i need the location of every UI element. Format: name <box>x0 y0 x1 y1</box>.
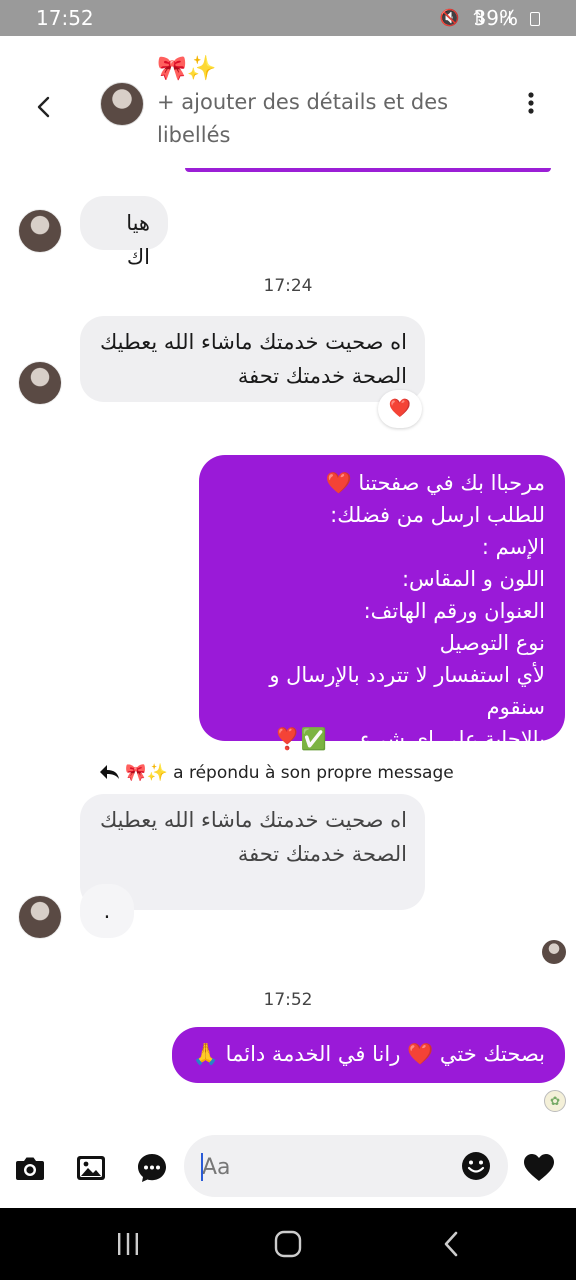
sender-name: 🎀✨ <box>125 763 168 783</box>
like-heart-button[interactable] <box>522 1151 556 1185</box>
sender-avatar[interactable] <box>18 209 62 253</box>
incoming-message[interactable]: . <box>80 884 134 938</box>
chat-button[interactable] <box>135 1151 169 1185</box>
camera-button[interactable] <box>13 1151 47 1185</box>
status-time: 17:52 <box>36 6 94 30</box>
message-timestamp: 17:52 <box>263 990 313 1010</box>
recent-apps-button[interactable] <box>115 1232 141 1256</box>
reply-note: 🎀✨ a répondu à son propre message <box>98 763 454 783</box>
back-button[interactable] <box>30 92 60 122</box>
status-battery-level: 39% <box>473 6 518 30</box>
message-line: نوع التوصيل <box>439 631 545 655</box>
contact-avatar[interactable] <box>100 82 144 126</box>
quoted-text: اه صحيت خدمتك ماشاء الله يعطيك الصحة خدم… <box>99 808 407 866</box>
contact-name[interactable]: 🎀✨ <box>157 54 217 82</box>
chat-header: 🎀✨ + ajouter des détails et des libellés <box>0 36 576 176</box>
message-text: بصحتك ختي ❤️ رانا في الخدمة دائما 🙏 <box>192 1042 545 1066</box>
outgoing-message[interactable]: بصحتك ختي ❤️ رانا في الخدمة دائما 🙏 <box>172 1027 565 1083</box>
status-bar: 17:52 🔇 ⇅ ıl 39% <box>0 0 576 36</box>
message-input-container[interactable] <box>184 1135 508 1199</box>
system-navigation-bar <box>0 1208 576 1280</box>
incoming-message[interactable]: هيا اك <box>80 196 168 269</box>
incoming-message[interactable]: اه صحيت خدمتك ماشاء الله يعطيك الصحة خدم… <box>80 316 425 402</box>
message-line: العنوان ورقم الهاتف: <box>363 599 545 623</box>
battery-icon <box>530 12 540 26</box>
home-button[interactable] <box>274 1230 302 1258</box>
message-line: الإسم : <box>481 535 545 559</box>
message-text: اه صحيت خدمتك ماشاء الله يعطيك الصحة خدم… <box>99 330 407 388</box>
add-details-link[interactable]: + ajouter des détails et des libellés <box>157 86 477 152</box>
message-line: للطلب ارسل من فضلك: <box>330 503 545 527</box>
message-line: بالإجابة على اي شيء.... ✅❣️ <box>274 727 545 751</box>
sender-avatar[interactable] <box>18 361 62 405</box>
message-line: مرحباا بك في صفحتنا ❤️ <box>325 471 545 495</box>
outgoing-message[interactable]: مرحباا بك في صفحتنا ❤️ للطلب ارسل من فضل… <box>199 455 565 751</box>
heart-reaction[interactable]: ❤️ <box>378 390 422 428</box>
read-receipt-avatar <box>542 940 566 964</box>
seen-sticker-icon: ✿ <box>544 1090 566 1112</box>
gallery-button[interactable] <box>74 1151 108 1185</box>
message-line: اللون و المقاس: <box>401 567 545 591</box>
emoji-button[interactable] <box>460 1150 492 1182</box>
message-composer <box>0 1130 576 1208</box>
message-text: هيا اك <box>126 211 150 269</box>
message-text: . <box>103 899 111 923</box>
sender-avatar[interactable] <box>18 895 62 939</box>
reply-arrow-icon <box>100 765 119 779</box>
message-input[interactable] <box>200 1135 444 1199</box>
more-options-button[interactable] <box>520 91 542 115</box>
quoted-message[interactable]: اه صحيت خدمتك ماشاء الله يعطيك الصحة خدم… <box>80 794 425 910</box>
text-cursor <box>201 1153 203 1181</box>
system-back-button[interactable] <box>440 1230 462 1258</box>
message-timestamp: 17:24 <box>263 276 313 296</box>
reply-note-text: a répondu à son propre message <box>173 763 454 783</box>
pinned-message-edge <box>185 168 551 172</box>
message-line: لأي استفسار لا تتردد بالإرسال و سنقوم <box>269 663 545 719</box>
